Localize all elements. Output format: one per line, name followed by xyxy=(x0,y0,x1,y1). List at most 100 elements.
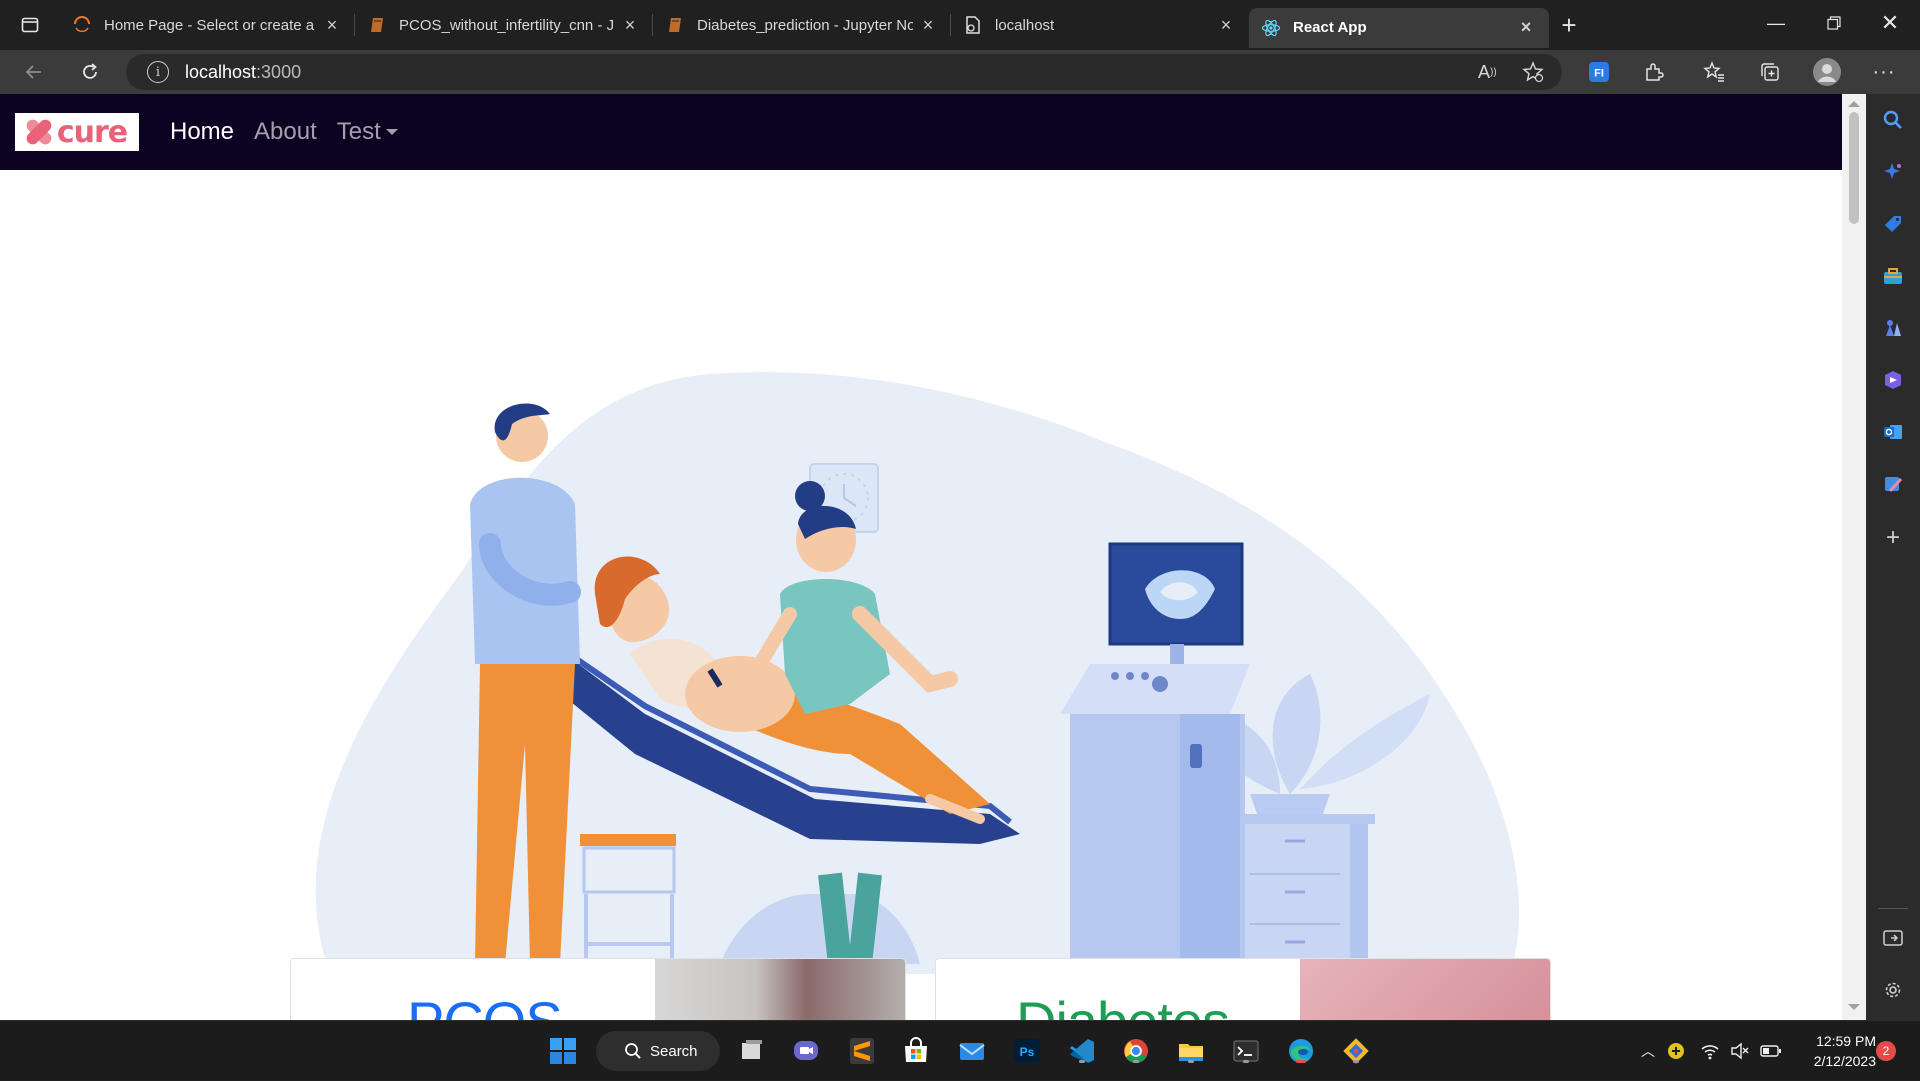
sparkle-icon[interactable] xyxy=(1881,160,1905,184)
hero-illustration xyxy=(315,372,1520,984)
close-tab-icon[interactable]: × xyxy=(1217,15,1235,36)
read-aloud-icon[interactable]: A)) xyxy=(1478,54,1497,90)
system-tray: ︿ xyxy=(1636,1021,1782,1081)
security-icon[interactable] xyxy=(1666,1041,1686,1061)
chrome-icon[interactable] xyxy=(1120,1035,1152,1067)
address-bar[interactable]: i localhost:3000 A)) xyxy=(126,54,1562,90)
search-icon xyxy=(625,1043,641,1059)
task-view-icon[interactable] xyxy=(736,1035,768,1067)
settings-more-icon[interactable]: ··· xyxy=(1862,50,1906,94)
microsoft-store-icon[interactable] xyxy=(900,1035,932,1067)
running-indicator xyxy=(1188,1060,1194,1063)
close-tab-icon[interactable]: × xyxy=(1517,17,1535,38)
url-port: :3000 xyxy=(256,61,302,82)
pcos-card[interactable]: PCOS xyxy=(290,958,906,1020)
url-text[interactable]: localhost:3000 xyxy=(185,62,301,83)
extensions-icon[interactable] xyxy=(1632,50,1676,94)
notification-badge[interactable]: 2 xyxy=(1876,1041,1896,1061)
git-tool-icon[interactable] xyxy=(1340,1035,1372,1067)
nav-about-link[interactable]: About xyxy=(254,118,317,146)
taskbar-clock[interactable]: 12:59 PM 2/12/2023 xyxy=(1800,1031,1876,1071)
scroll-up-icon[interactable] xyxy=(1848,101,1860,107)
jupyter-icon xyxy=(72,15,92,35)
add-favorite-icon[interactable] xyxy=(1522,54,1544,90)
browser-tab-bar: Home Page - Select or create a n × PCOS_… xyxy=(0,0,1920,50)
site-info-icon[interactable]: i xyxy=(147,61,169,83)
sidebar-divider xyxy=(1878,908,1908,909)
carousel-next-icon[interactable]: › xyxy=(1440,639,1453,682)
tab-title: React App xyxy=(1293,19,1367,36)
wifi-icon[interactable] xyxy=(1700,1042,1720,1060)
page-scrollbar[interactable] xyxy=(1842,94,1866,1020)
new-tab-button[interactable]: + xyxy=(1549,0,1589,50)
close-tab-icon[interactable]: × xyxy=(323,15,341,36)
reload-button[interactable] xyxy=(62,50,118,94)
file-explorer-icon[interactable] xyxy=(1175,1035,1207,1067)
brand-logo[interactable]: cure xyxy=(15,113,139,151)
plus-icon: + xyxy=(1561,9,1577,40)
hide-sidebar-icon[interactable] xyxy=(1881,926,1905,950)
sublime-text-icon[interactable] xyxy=(846,1035,878,1067)
extension-fi-icon[interactable]: FI xyxy=(1577,50,1621,94)
windows-start-icon[interactable] xyxy=(547,1035,579,1067)
scroll-down-icon[interactable] xyxy=(1848,1004,1860,1010)
favorites-icon[interactable] xyxy=(1692,50,1736,94)
close-tab-icon[interactable]: × xyxy=(919,15,937,36)
drop-icon[interactable] xyxy=(1881,472,1905,496)
close-window-button[interactable]: ✕ xyxy=(1862,0,1918,46)
collections-icon[interactable] xyxy=(1748,50,1792,94)
edge-browser-icon[interactable] xyxy=(1285,1035,1317,1067)
clock-date: 2/12/2023 xyxy=(1813,1053,1876,1069)
teams-chat-icon[interactable] xyxy=(790,1035,822,1067)
office-icon[interactable] xyxy=(1881,368,1905,392)
speaker-muted-icon[interactable] xyxy=(1730,1042,1750,1060)
diabetes-card[interactable]: Diabetes xyxy=(935,958,1551,1020)
edge-sidebar: + xyxy=(1866,94,1920,1020)
outlook-icon[interactable] xyxy=(1881,420,1905,444)
tab-title: Diabetes_prediction - Jupyter No xyxy=(697,16,913,34)
nav-home-link[interactable]: Home xyxy=(170,118,234,146)
tab-diabetes-notebook[interactable]: Diabetes_prediction - Jupyter No × xyxy=(653,0,951,50)
tab-actions-button[interactable] xyxy=(0,0,60,50)
scrollbar-thumb[interactable] xyxy=(1849,112,1859,224)
search-icon[interactable] xyxy=(1881,108,1905,132)
brand-name: cure xyxy=(56,114,128,150)
tab-pcos-notebook[interactable]: PCOS_without_infertility_cnn - Ju × xyxy=(355,0,653,50)
close-tab-icon[interactable]: × xyxy=(621,15,639,36)
tab-actions-icon xyxy=(21,17,39,33)
photoshop-icon[interactable]: Ps xyxy=(1011,1035,1043,1067)
terminal-icon[interactable] xyxy=(1230,1035,1262,1067)
mail-icon[interactable] xyxy=(956,1035,988,1067)
gear-icon[interactable] xyxy=(1881,978,1905,1002)
running-indicator xyxy=(1133,1060,1139,1063)
tab-title: localhost xyxy=(995,16,1055,34)
restore-button[interactable] xyxy=(1806,0,1862,46)
running-indicator xyxy=(1079,1060,1085,1063)
minimize-icon: — xyxy=(1767,12,1785,33)
url-host: localhost xyxy=(185,61,257,82)
tab-react-app[interactable]: React App × xyxy=(1249,7,1549,48)
toolbox-icon[interactable] xyxy=(1881,264,1905,288)
address-toolbar: i localhost:3000 A)) FI ··· xyxy=(0,50,1920,94)
nav-test-dropdown[interactable]: Test xyxy=(337,118,398,146)
minimize-button[interactable]: — xyxy=(1748,0,1804,46)
add-icon[interactable]: + xyxy=(1881,524,1905,551)
svg-text:Ps: Ps xyxy=(1020,1045,1035,1059)
notebook-icon xyxy=(665,15,685,35)
restore-icon xyxy=(1827,16,1841,30)
page-viewport: cure Home About Test › xyxy=(0,94,1844,1020)
page-icon xyxy=(963,15,983,35)
chevron-up-icon[interactable]: ︿ xyxy=(1636,1041,1660,1061)
vscode-icon[interactable] xyxy=(1066,1035,1098,1067)
battery-icon[interactable] xyxy=(1760,1044,1782,1058)
pcos-card-image xyxy=(655,959,905,1020)
tab-home-page[interactable]: Home Page - Select or create a n × xyxy=(60,0,355,50)
games-icon[interactable] xyxy=(1881,316,1905,340)
pcos-card-title: PCOS xyxy=(407,989,563,1020)
back-button[interactable] xyxy=(6,50,62,94)
taskbar-search[interactable]: Search xyxy=(596,1031,720,1071)
tab-localhost[interactable]: localhost × xyxy=(951,0,1249,50)
shopping-tag-icon[interactable] xyxy=(1881,212,1905,236)
search-label: Search xyxy=(650,1042,698,1060)
profile-avatar-icon[interactable] xyxy=(1805,50,1849,94)
